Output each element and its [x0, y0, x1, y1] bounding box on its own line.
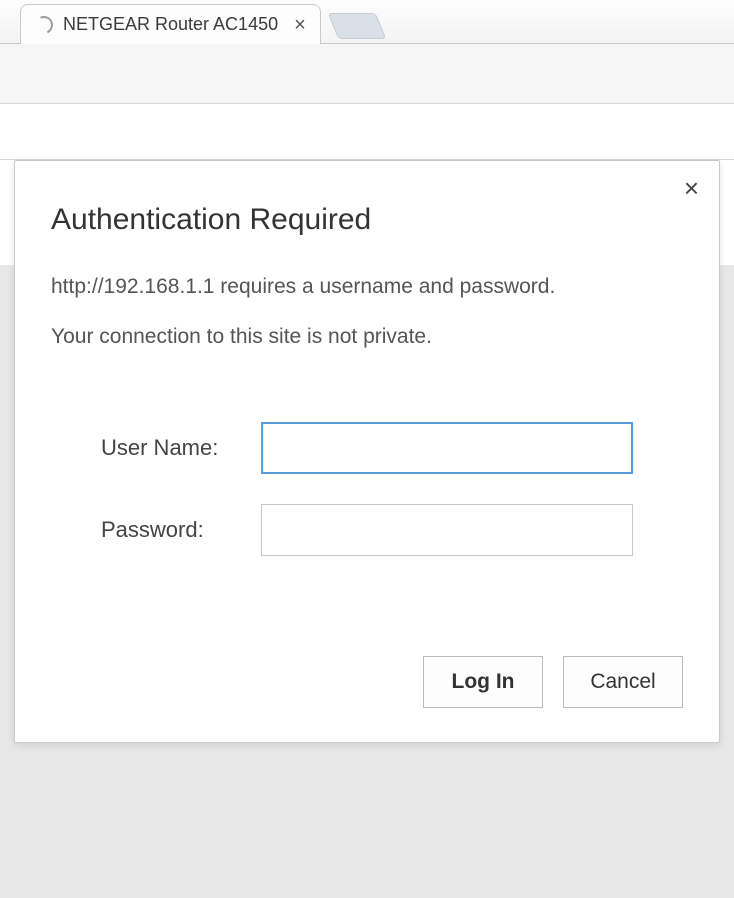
auth-dialog: × Authentication Required http://192.168…: [14, 160, 720, 743]
tab-strip: NETGEAR Router AC1450 ×: [0, 0, 734, 44]
username-row: User Name:: [101, 422, 683, 474]
username-label: User Name:: [101, 435, 261, 461]
dialog-message-1: http://192.168.1.1 requires a username a…: [51, 273, 683, 301]
close-icon[interactable]: ×: [294, 15, 306, 35]
dialog-message-2: Your connection to this site is not priv…: [51, 323, 683, 351]
password-label: Password:: [101, 517, 261, 543]
username-input[interactable]: [261, 422, 633, 474]
auth-form: User Name: Password:: [101, 422, 683, 556]
dialog-title: Authentication Required: [51, 203, 683, 237]
address-bar[interactable]: [0, 104, 734, 160]
dialog-buttons: Log In Cancel: [51, 656, 683, 708]
login-button[interactable]: Log In: [423, 656, 543, 708]
new-tab-button[interactable]: [328, 13, 387, 39]
dialog-close-icon[interactable]: ×: [684, 175, 699, 201]
password-row: Password:: [101, 504, 683, 556]
browser-toolbar: [0, 44, 734, 104]
browser-tab[interactable]: NETGEAR Router AC1450 ×: [20, 4, 321, 44]
loading-spinner-icon: [32, 13, 55, 36]
cancel-button[interactable]: Cancel: [563, 656, 683, 708]
tab-title: NETGEAR Router AC1450: [63, 14, 278, 35]
password-input[interactable]: [261, 504, 633, 556]
